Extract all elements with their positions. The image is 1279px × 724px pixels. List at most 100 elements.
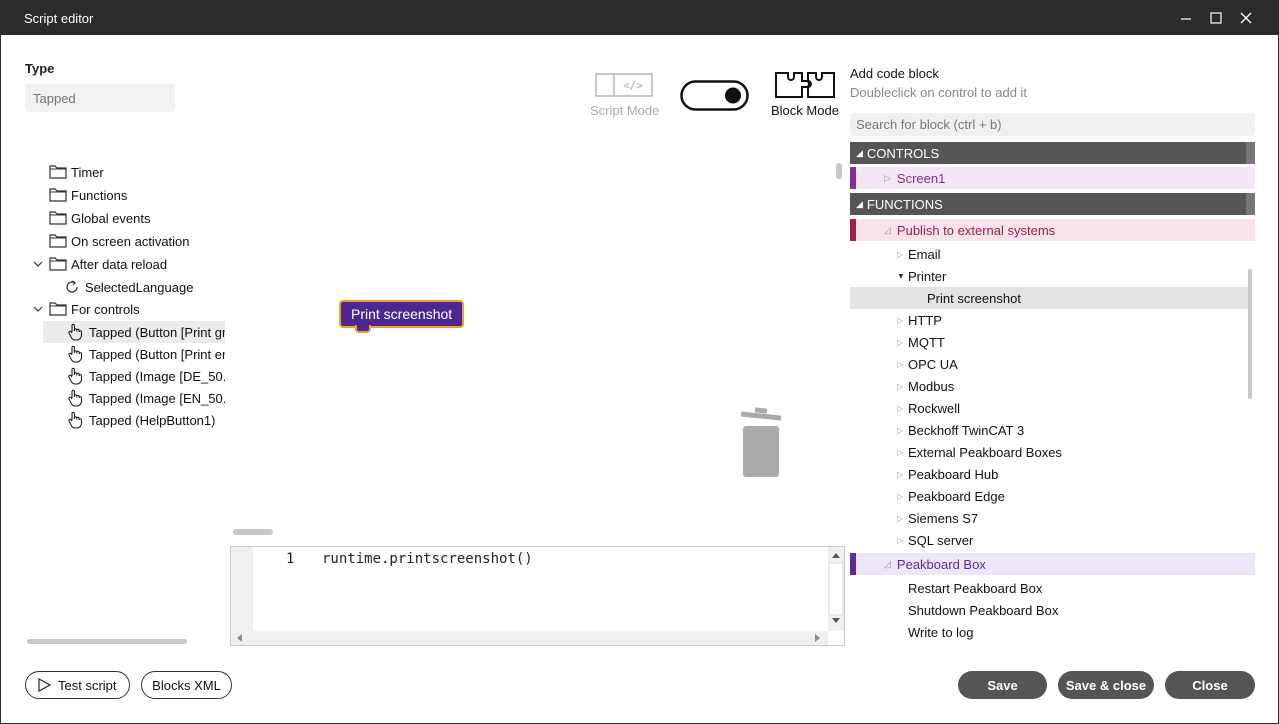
save-and-close-button[interactable]: Save & close [1058,671,1154,699]
function-item[interactable]: ▷ Rockwell [850,397,1246,419]
code-line[interactable]: runtime.printscreenshot() [322,551,533,567]
type-field[interactable] [25,84,175,112]
function-item[interactable]: ▷ Peakboard Hub [850,463,1246,485]
category-controls[interactable]: ◢ CONTROLS [850,142,1246,164]
scrollbar-thumb[interactable] [1248,269,1252,399]
tree-item-label: On screen activation [71,233,190,249]
close-window-button[interactable] [1237,9,1255,27]
title-bar: Script editor [1,1,1278,35]
function-item[interactable]: ▷ Siemens S7 [850,507,1246,529]
triangle-right-icon[interactable]: ▷ [897,426,903,435]
function-item[interactable]: ▷ Beckhoff TwinCAT 3 [850,419,1246,441]
function-item[interactable]: Write to log [850,621,1246,643]
triangle-right-icon[interactable]: ▷ [897,536,903,545]
function-item-label: Siemens S7 [908,510,979,526]
function-item[interactable]: ▷ Modbus [850,375,1246,397]
scrollbar-thumb[interactable] [27,639,187,644]
minimize-button[interactable] [1177,9,1195,27]
sub-category-screen1[interactable]: ▷ Screen1 [850,167,1255,189]
script-mode-icon[interactable]: </> [595,73,653,102]
maximize-button[interactable] [1207,9,1225,27]
block-search-input[interactable] [850,113,1255,136]
triangle-down-icon[interactable]: ▲ [897,272,905,281]
category-functions[interactable]: ◢ FUNCTIONS [850,193,1246,215]
tree-item-for-controls[interactable]: For controls [31,298,140,320]
tree-item-tapped-button-print-gr[interactable]: Tapped (Button [Print gr [43,321,225,343]
save-button[interactable]: Save [958,671,1047,699]
chevron-down-icon[interactable] [31,257,45,271]
tree-item-label: For controls [71,301,140,317]
window-title: Script editor [24,11,94,26]
function-item[interactable]: Shutdown Peakboard Box [850,599,1246,621]
close-icon [1240,12,1252,24]
triangle-right-icon[interactable]: ▷ [897,404,903,413]
block-mode-icon[interactable] [774,71,836,104]
function-item[interactable]: ▷ HTTP [850,309,1246,331]
block-list-scrollbar[interactable] [1246,267,1255,647]
function-item[interactable]: ▲ Printer [850,265,1246,287]
triangle-right-icon[interactable]: ▷ [897,470,903,479]
block-label: Print screenshot [351,306,453,322]
triangle-right-icon[interactable]: ▷ [897,338,903,347]
folder-icon [49,232,67,250]
mode-toggle[interactable] [680,80,750,117]
function-item-label: SQL server [908,532,974,548]
function-item[interactable]: Print screenshot [850,287,1250,309]
tree-horizontal-scrollbar[interactable] [25,637,225,645]
chevron-down-icon[interactable] [31,302,45,316]
close-button[interactable]: Close [1165,671,1255,699]
tree-item-global-events[interactable]: Global events [31,207,151,229]
code-horizontal-scrollbar[interactable] [231,631,828,645]
tree-item-tapped-button-print-en[interactable]: Tapped (Button [Print en [67,343,225,365]
print-screenshot-block[interactable]: Print screenshot [339,300,465,333]
tree-item-label: Functions [71,187,128,203]
triangle-right-icon[interactable]: ▷ [897,492,903,501]
workspace-vertical-scrollbar[interactable] [836,163,842,179]
tree-item-tapped-helpbutton1[interactable]: Tapped (HelpButton1) [67,409,215,431]
function-item[interactable]: ▷ MQTT [850,331,1246,353]
block-mode-label[interactable]: Block Mode [771,103,839,118]
triangle-right-icon[interactable]: ▷ [897,316,903,325]
script-editor-window: Script editor Type Timer Functions Globa… [0,0,1279,724]
triangle-right-icon[interactable]: ▷ [897,382,903,391]
tree-item-timer[interactable]: Timer [31,161,104,183]
trash-icon[interactable] [739,406,785,485]
tree-item-selectedlanguage[interactable]: SelectedLanguage [63,276,193,298]
function-item-label: External Peakboard Boxes [908,444,1062,460]
triangle-right-icon[interactable]: ▷ [897,360,903,369]
triangle-right-icon[interactable]: ▷ [897,250,903,259]
function-item[interactable]: ▷ External Peakboard Boxes [850,441,1246,463]
sub-category-label: Screen1 [896,170,946,186]
script-mode-label[interactable]: Script Mode [590,103,659,118]
sub-category-publish[interactable]: ◿ Publish to external systems [850,219,1255,241]
tree-item-tapped-image-en[interactable]: Tapped (Image [EN_50.p [67,387,225,409]
tree-item-label: Timer [71,164,104,180]
tree-item-on-screen-activation[interactable]: On screen activation [31,230,190,252]
blocks-xml-label: Blocks XML [152,677,221,693]
code-vertical-scrollbar[interactable] [828,547,844,631]
scrollbar-track[interactable] [1246,193,1255,215]
scrollbar-track[interactable] [1246,142,1255,164]
function-item-label: Peakboard Edge [908,488,1005,504]
test-script-button[interactable]: Test script [25,671,130,699]
function-item[interactable]: ▷ Email [850,243,1246,265]
function-item[interactable]: ▷ Peakboard Edge [850,485,1246,507]
test-script-label: Test script [58,677,117,693]
refresh-icon [63,278,81,296]
tree-item-after-data-reload[interactable]: After data reload [31,253,167,275]
function-item[interactable]: ▷ OPC UA [850,353,1246,375]
tree-item-tapped-image-de[interactable]: Tapped (Image [DE_50.p [67,365,225,387]
function-item-label: Beckhoff TwinCAT 3 [908,422,1025,438]
tree-item-label: Tapped (Button [Print en [89,346,225,362]
triangle-right-icon[interactable]: ▷ [897,514,903,523]
triangle-right-icon[interactable]: ▷ [897,448,903,457]
tree-item-functions[interactable]: Functions [31,184,127,206]
category-label: FUNCTIONS [866,196,943,212]
function-item-label: Printer [908,268,947,284]
function-item[interactable]: Restart Peakboard Box [850,577,1246,599]
blocks-xml-button[interactable]: Blocks XML [141,671,232,699]
workspace-horizontal-scrollbar[interactable] [233,529,273,535]
code-editor[interactable]: 1 runtime.printscreenshot() [230,546,845,646]
sub-category-peakboard-box[interactable]: ◿ Peakboard Box [850,553,1255,575]
function-item[interactable]: ▷ SQL server [850,529,1246,551]
